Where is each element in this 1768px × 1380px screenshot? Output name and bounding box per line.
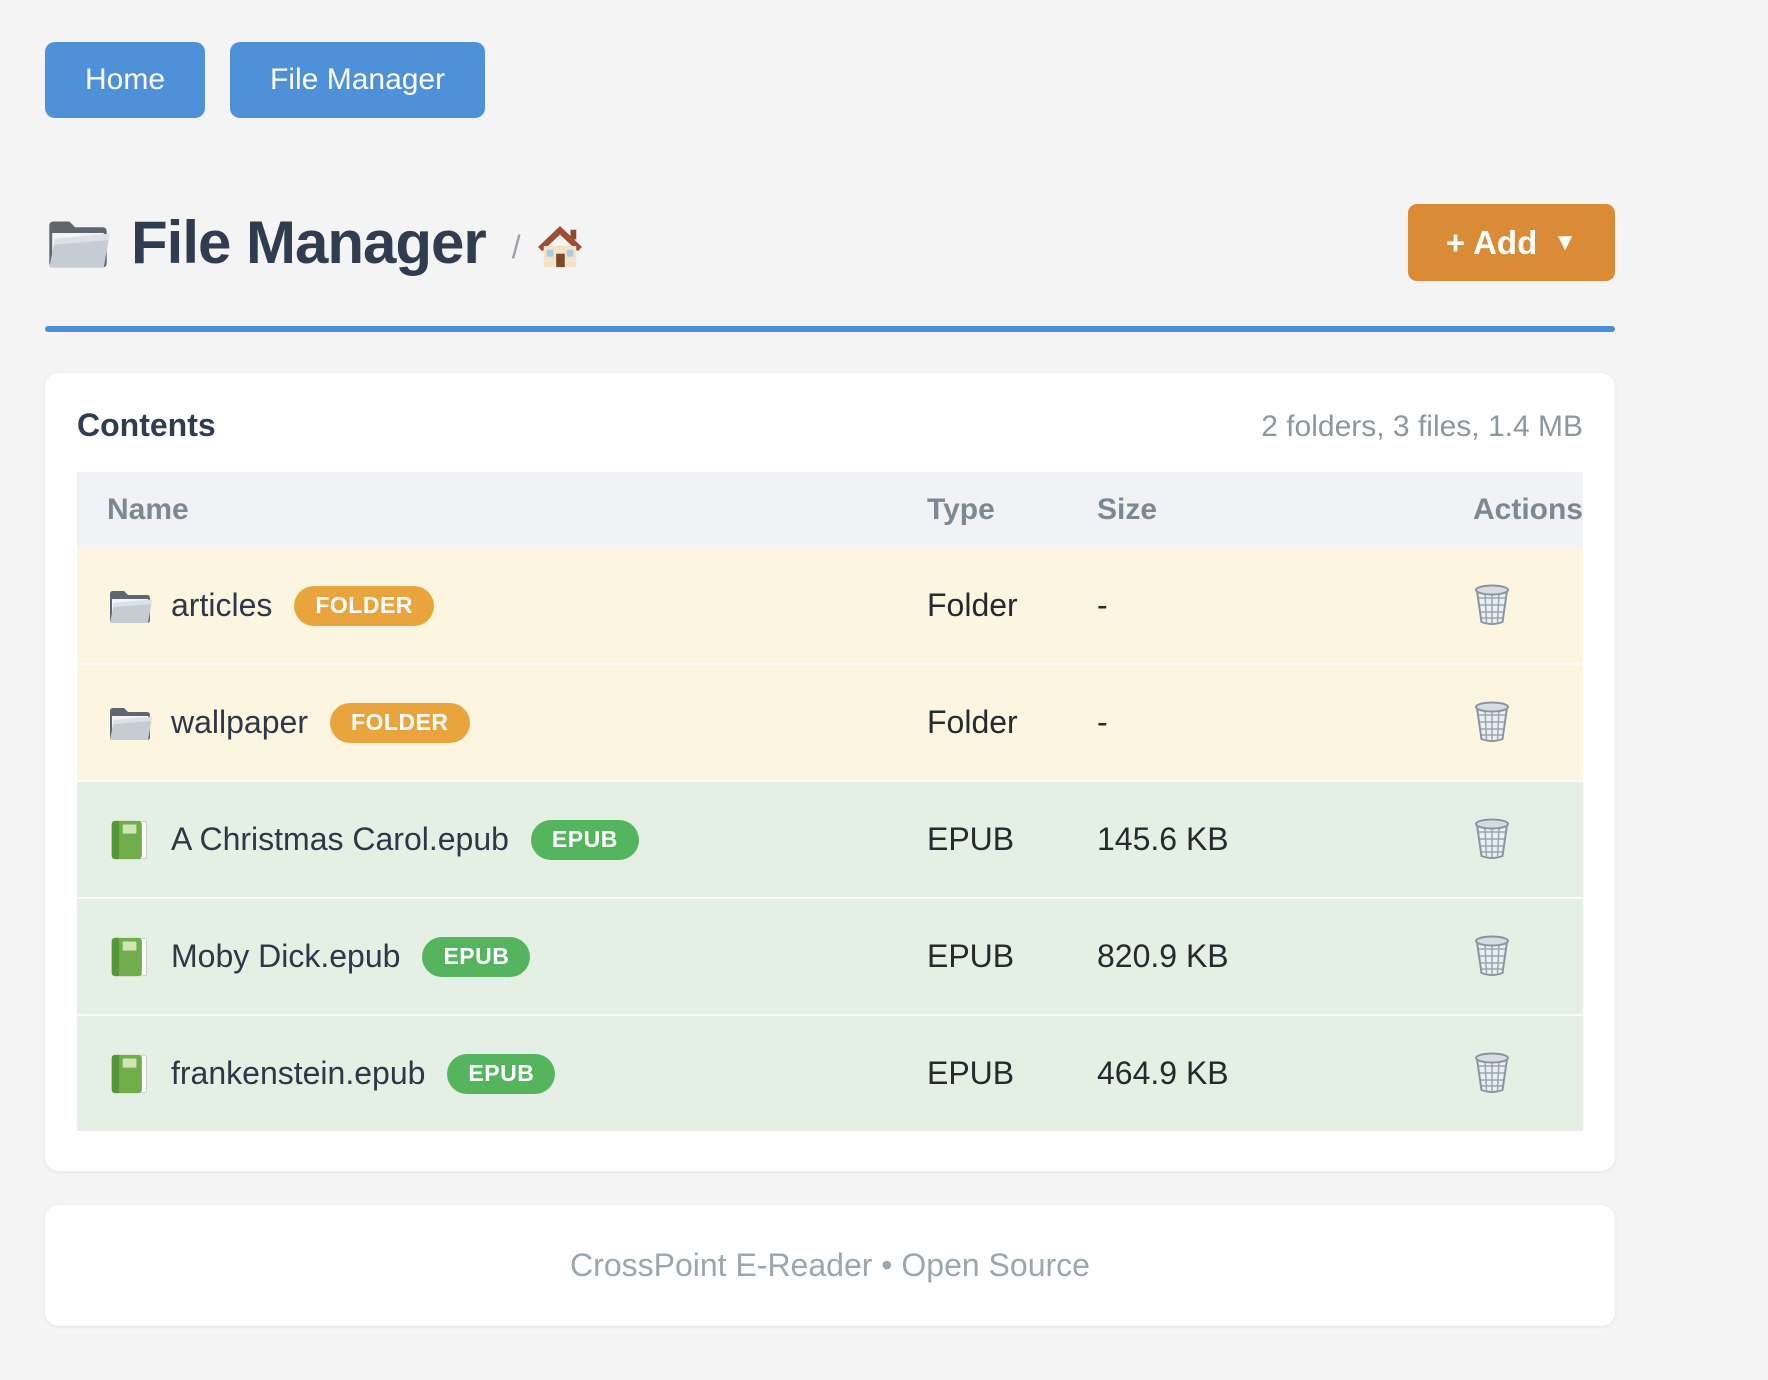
page-title: File Manager (131, 213, 486, 273)
size-cell: 820.9 KB (1097, 898, 1469, 1015)
type-cell: Folder (927, 548, 1097, 664)
add-button-label: + Add (1446, 224, 1537, 262)
add-button[interactable]: + Add ▼ (1408, 204, 1615, 281)
contents-summary: 2 folders, 3 files, 1.4 MB (1261, 410, 1583, 444)
page: Home File Manager File Manager / + Add (45, 0, 1615, 1326)
trash-icon (1473, 582, 1511, 626)
type-badge: FOLDER (330, 703, 470, 743)
column-header-name: Name (77, 472, 927, 548)
top-nav: Home File Manager (45, 42, 1615, 118)
type-cell: EPUB (927, 1015, 1097, 1131)
contents-heading: Contents (77, 407, 216, 444)
size-cell: 145.6 KB (1097, 781, 1469, 898)
folder-icon (45, 214, 111, 272)
column-header-actions: Actions (1469, 472, 1583, 548)
size-cell: - (1097, 548, 1469, 664)
chevron-down-icon: ▼ (1553, 229, 1577, 257)
contents-table-body: articles FOLDER Folder - (77, 548, 1583, 1131)
file-manager-button[interactable]: File Manager (230, 42, 485, 118)
contents-table: Name Type Size Actions (77, 472, 1583, 1131)
type-cell: Folder (927, 664, 1097, 781)
file-name[interactable]: articles (171, 587, 272, 624)
trash-icon (1473, 933, 1511, 977)
file-name[interactable]: frankenstein.epub (171, 1055, 425, 1092)
home-button[interactable]: Home (45, 42, 205, 118)
page-header: File Manager / + Add ▼ (45, 204, 1615, 281)
delete-button[interactable] (1473, 933, 1511, 980)
type-badge: EPUB (422, 937, 530, 977)
table-row[interactable]: Moby Dick.epub EPUB EPUB 820.9 KB (77, 898, 1583, 1015)
file-name[interactable]: A Christmas Carol.epub (171, 821, 509, 858)
type-badge: EPUB (447, 1054, 555, 1094)
type-badge: EPUB (531, 820, 639, 860)
home-icon[interactable] (537, 225, 583, 269)
size-cell: - (1097, 664, 1469, 781)
file-name[interactable]: Moby Dick.epub (171, 938, 400, 975)
book-icon (107, 819, 153, 861)
book-icon (107, 1053, 153, 1095)
table-header-row: Name Type Size Actions (77, 472, 1583, 548)
contents-card-head: Contents 2 folders, 3 files, 1.4 MB (77, 407, 1583, 444)
folder-icon (107, 585, 153, 627)
table-row[interactable]: wallpaper FOLDER Folder - (77, 664, 1583, 781)
delete-button[interactable] (1473, 699, 1511, 746)
contents-card: Contents 2 folders, 3 files, 1.4 MB Name… (45, 373, 1615, 1171)
type-cell: EPUB (927, 898, 1097, 1015)
file-name[interactable]: wallpaper (171, 704, 308, 741)
trash-icon (1473, 816, 1511, 860)
size-cell: 464.9 KB (1097, 1015, 1469, 1131)
delete-button[interactable] (1473, 816, 1511, 863)
delete-button[interactable] (1473, 1050, 1511, 1097)
title-divider (45, 326, 1615, 332)
column-header-size: Size (1097, 472, 1469, 548)
table-row[interactable]: A Christmas Carol.epub EPUB EPUB 145.6 K… (77, 781, 1583, 898)
folder-icon (107, 702, 153, 744)
book-icon (107, 936, 153, 978)
table-row[interactable]: articles FOLDER Folder - (77, 548, 1583, 664)
type-badge: FOLDER (294, 586, 434, 626)
title-wrap: File Manager / (45, 213, 1408, 273)
column-header-type: Type (927, 472, 1097, 548)
trash-icon (1473, 1050, 1511, 1094)
footer-text: CrossPoint E-Reader • Open Source (45, 1247, 1615, 1284)
delete-button[interactable] (1473, 582, 1511, 629)
type-cell: EPUB (927, 781, 1097, 898)
trash-icon (1473, 699, 1511, 743)
table-row[interactable]: frankenstein.epub EPUB EPUB 464.9 KB (77, 1015, 1583, 1131)
footer: CrossPoint E-Reader • Open Source (45, 1205, 1615, 1326)
breadcrumb-separator: / (512, 229, 521, 266)
